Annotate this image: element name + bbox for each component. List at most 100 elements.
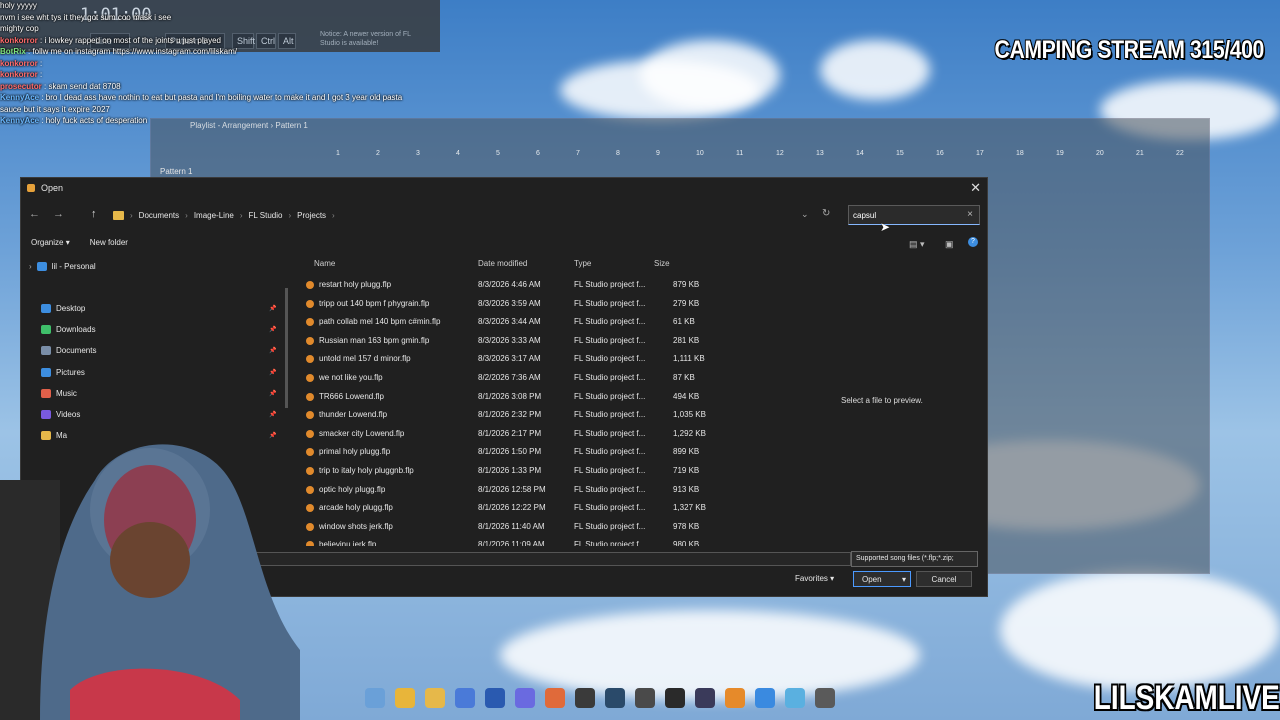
close-icon[interactable]: ✕	[970, 180, 981, 196]
chat-text: : i lowkey rapped on most of the joints …	[37, 35, 222, 45]
file-row[interactable]: tripp out 140 bpm f phygrain.flp 8/3/2026…	[306, 295, 726, 313]
file-size: 719 KB	[673, 466, 700, 475]
sidebar-item-lil-personal[interactable]: › lil - Personal	[29, 262, 96, 271]
sidebar-item-desktop[interactable]: Desktop	[41, 304, 85, 313]
new-folder-button[interactable]: New folder	[90, 238, 128, 247]
breadcrumb-documents[interactable]: Documents	[139, 211, 179, 220]
favorites-dropdown[interactable]: Favorites ▾	[795, 574, 834, 583]
folder-icon[interactable]	[425, 688, 445, 708]
pin-icon[interactable]: 📌	[269, 369, 276, 376]
clear-search-icon[interactable]: ×	[967, 209, 973, 220]
bar-number: 5	[496, 150, 500, 157]
store-icon[interactable]	[455, 688, 475, 708]
pin-icon[interactable]: 📌	[269, 326, 276, 333]
chat-message: sauce but it says it expire 2027	[0, 104, 440, 116]
open-button[interactable]: Open ▾	[853, 571, 911, 587]
obs-icon[interactable]	[695, 688, 715, 708]
pin-icon[interactable]: 📌	[269, 390, 276, 397]
file-explorer-icon[interactable]	[365, 688, 385, 708]
column-header-type[interactable]: Type	[574, 259, 591, 268]
playlist-title: Playlist - Arrangement › Pattern 1	[190, 121, 308, 130]
file-size: 281 KB	[673, 335, 700, 345]
file-size: 913 KB	[673, 484, 700, 494]
column-header-date[interactable]: Date modified	[478, 259, 527, 268]
file-size: 87 KB	[673, 373, 695, 382]
file-row[interactable]: arcade holy plugg.flp 8/1/2026 12:22 PM FL…	[306, 499, 726, 517]
chat-username: BotRix	[0, 47, 26, 56]
chrome-icon[interactable]	[395, 688, 415, 708]
taskbar	[365, 688, 835, 714]
file-row[interactable]: window shots jerk.flp 8/1/2026 11:40 AM FL…	[306, 518, 726, 536]
search-input[interactable]: capsul ×	[848, 205, 980, 225]
chevron-down-icon[interactable]: ▾	[902, 575, 906, 584]
discord-icon[interactable]	[515, 688, 535, 708]
notepad-icon[interactable]	[785, 688, 805, 708]
file-row[interactable]: thunder Lowend.flp 8/1/2026 2:32 PM FL Stu…	[306, 406, 726, 424]
column-header-size[interactable]: Size	[654, 259, 670, 268]
file-row[interactable]: trip to italy holy pluggnb.flp 8/1/2026 1…	[306, 462, 726, 480]
sidebar-scrollbar[interactable]	[285, 288, 288, 408]
cancel-button[interactable]: Cancel	[916, 571, 972, 587]
breadcrumb-fl-studio[interactable]: FL Studio	[249, 211, 283, 220]
photoshop-icon[interactable]	[485, 688, 505, 708]
chat-text: holy yyyyy	[0, 1, 37, 10]
vscode-icon[interactable]	[755, 688, 775, 708]
file-type-filter[interactable]: Supported song files (*.flp;*.zip;	[851, 551, 978, 567]
back-icon[interactable]: ←	[29, 208, 40, 220]
capcut-icon[interactable]	[665, 688, 685, 708]
file-date: 8/1/2026 2:17 PM	[478, 428, 542, 438]
column-header-name[interactable]: Name	[314, 259, 335, 268]
track-label: Pattern 1	[160, 167, 193, 176]
ableton-icon[interactable]	[635, 688, 655, 708]
pin-icon[interactable]: 📌	[269, 347, 276, 354]
file-name-input[interactable]	[231, 552, 851, 566]
chat-message: nvm i see wht tys it they got sum coo ma…	[0, 12, 440, 24]
organize-button[interactable]: Organize ▾	[31, 238, 70, 247]
file-row[interactable]: path collab mel 140 bpm c#min.flp 8/3/202…	[306, 313, 726, 331]
file-row[interactable]: Russian man 163 bpm gmin.flp 8/3/2026 3:3…	[306, 332, 726, 350]
file-name: trip to italy holy pluggnb.flp	[319, 466, 414, 475]
channel-name: LILSKAMLIVE	[1094, 679, 1280, 717]
file-type: FL Studio project f...	[574, 484, 646, 494]
chevron-down-icon[interactable]: ⌄	[801, 209, 809, 220]
up-icon[interactable]: ↑	[91, 208, 97, 220]
breadcrumb-image-line[interactable]: Image-Line	[194, 211, 234, 220]
sidebar-item-music[interactable]: Music	[41, 389, 77, 398]
help-icon[interactable]: ?	[968, 237, 978, 247]
preview-pane-icon[interactable]: ▣	[945, 239, 954, 250]
chat-text: sauce but it says it expire 2027	[0, 104, 110, 114]
file-name: untold mel 157 d minor.flp	[319, 354, 411, 364]
pin-icon[interactable]: 📌	[269, 305, 276, 312]
file-row[interactable]: smacker city Lowend.flp 8/1/2026 2:17 PM F…	[306, 425, 726, 443]
chat-text: : holy fuck acts of desperation	[39, 116, 148, 125]
desktop-icon	[41, 304, 51, 313]
breadcrumb-projects[interactable]: Projects	[297, 211, 326, 220]
davinci-icon[interactable]	[575, 688, 595, 708]
chevron-right-icon[interactable]: ›	[29, 262, 32, 271]
file-row[interactable]: believinu jerk.flp 8/1/2026 11:09 AM FL St…	[306, 536, 726, 546]
download-icon	[41, 325, 51, 334]
file-row[interactable]: primal holy plugg.flp 8/1/2026 1:50 PM FL …	[306, 443, 726, 461]
bar-number: 12	[776, 150, 784, 157]
refresh-icon[interactable]: ↻	[822, 208, 830, 219]
fl-studio-icon[interactable]	[725, 688, 745, 708]
chat-username: prosecutor	[0, 81, 42, 91]
sidebar-item-label: Desktop	[56, 304, 86, 313]
file-row[interactable]: optic holy plugg.flp 8/1/2026 12:58 PM FL …	[306, 481, 726, 499]
steam-icon[interactable]	[605, 688, 625, 708]
forward-icon[interactable]: →	[53, 208, 64, 220]
view-options-icon[interactable]: ▤ ▾	[909, 239, 925, 250]
file-type: FL Studio project f...	[574, 354, 646, 364]
address-bar[interactable]: › Documents › Image-Line › FL Studio › P…	[113, 206, 827, 224]
file-row[interactable]: restart holy plugg.flp 8/3/2026 4:46 AM FL…	[306, 276, 726, 294]
file-row[interactable]: we not like you.flp 8/2/2026 7:36 AM FL St…	[306, 369, 726, 387]
media-player-icon[interactable]	[815, 688, 835, 708]
file-row[interactable]: TR666 Lowend.flp 8/1/2026 3:08 PM FL Studi…	[306, 388, 726, 406]
sidebar-item-documents[interactable]: Documents	[41, 346, 96, 355]
chevron-right-icon: ›	[239, 210, 243, 220]
sidebar-item-downloads[interactable]: Downloads	[41, 325, 96, 334]
sidebar-item-pictures[interactable]: Pictures	[41, 368, 85, 377]
stream-chat: holy yyyyy nvm i see wht tys it they got…	[0, 0, 440, 127]
file-row[interactable]: untold mel 157 d minor.flp 8/3/2026 3:17 …	[306, 350, 726, 368]
brave-icon[interactable]	[545, 688, 565, 708]
